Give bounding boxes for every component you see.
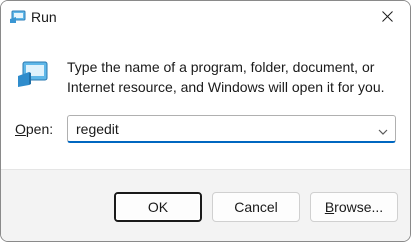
run-dialog-window: Run Type the name of a program, folder, … <box>0 0 411 242</box>
close-button[interactable] <box>364 1 410 34</box>
browse-button[interactable]: Browse... <box>310 192 398 222</box>
chevron-down-icon[interactable] <box>377 124 389 135</box>
browse-label-accelerator: B <box>324 199 335 215</box>
dialog-footer: OK Cancel Browse... <box>1 169 410 241</box>
run-dialog-icon <box>17 59 49 91</box>
open-combobox[interactable]: regedit <box>67 115 396 143</box>
close-icon <box>381 9 393 27</box>
window-title: Run <box>31 9 57 25</box>
open-label: Open: <box>15 121 53 137</box>
browse-label-rest: rowse... <box>334 199 384 215</box>
open-label-rest: pen: <box>25 121 54 137</box>
title-bar[interactable]: Run <box>1 1 410 34</box>
dialog-content: Type the name of a program, folder, docu… <box>1 34 410 169</box>
open-label-accelerator: O <box>15 121 26 137</box>
ok-button[interactable]: OK <box>114 192 202 222</box>
command-input[interactable]: regedit <box>76 121 119 137</box>
dialog-description: Type the name of a program, folder, docu… <box>67 59 385 95</box>
cancel-button[interactable]: Cancel <box>212 192 300 222</box>
run-app-icon <box>10 10 26 24</box>
